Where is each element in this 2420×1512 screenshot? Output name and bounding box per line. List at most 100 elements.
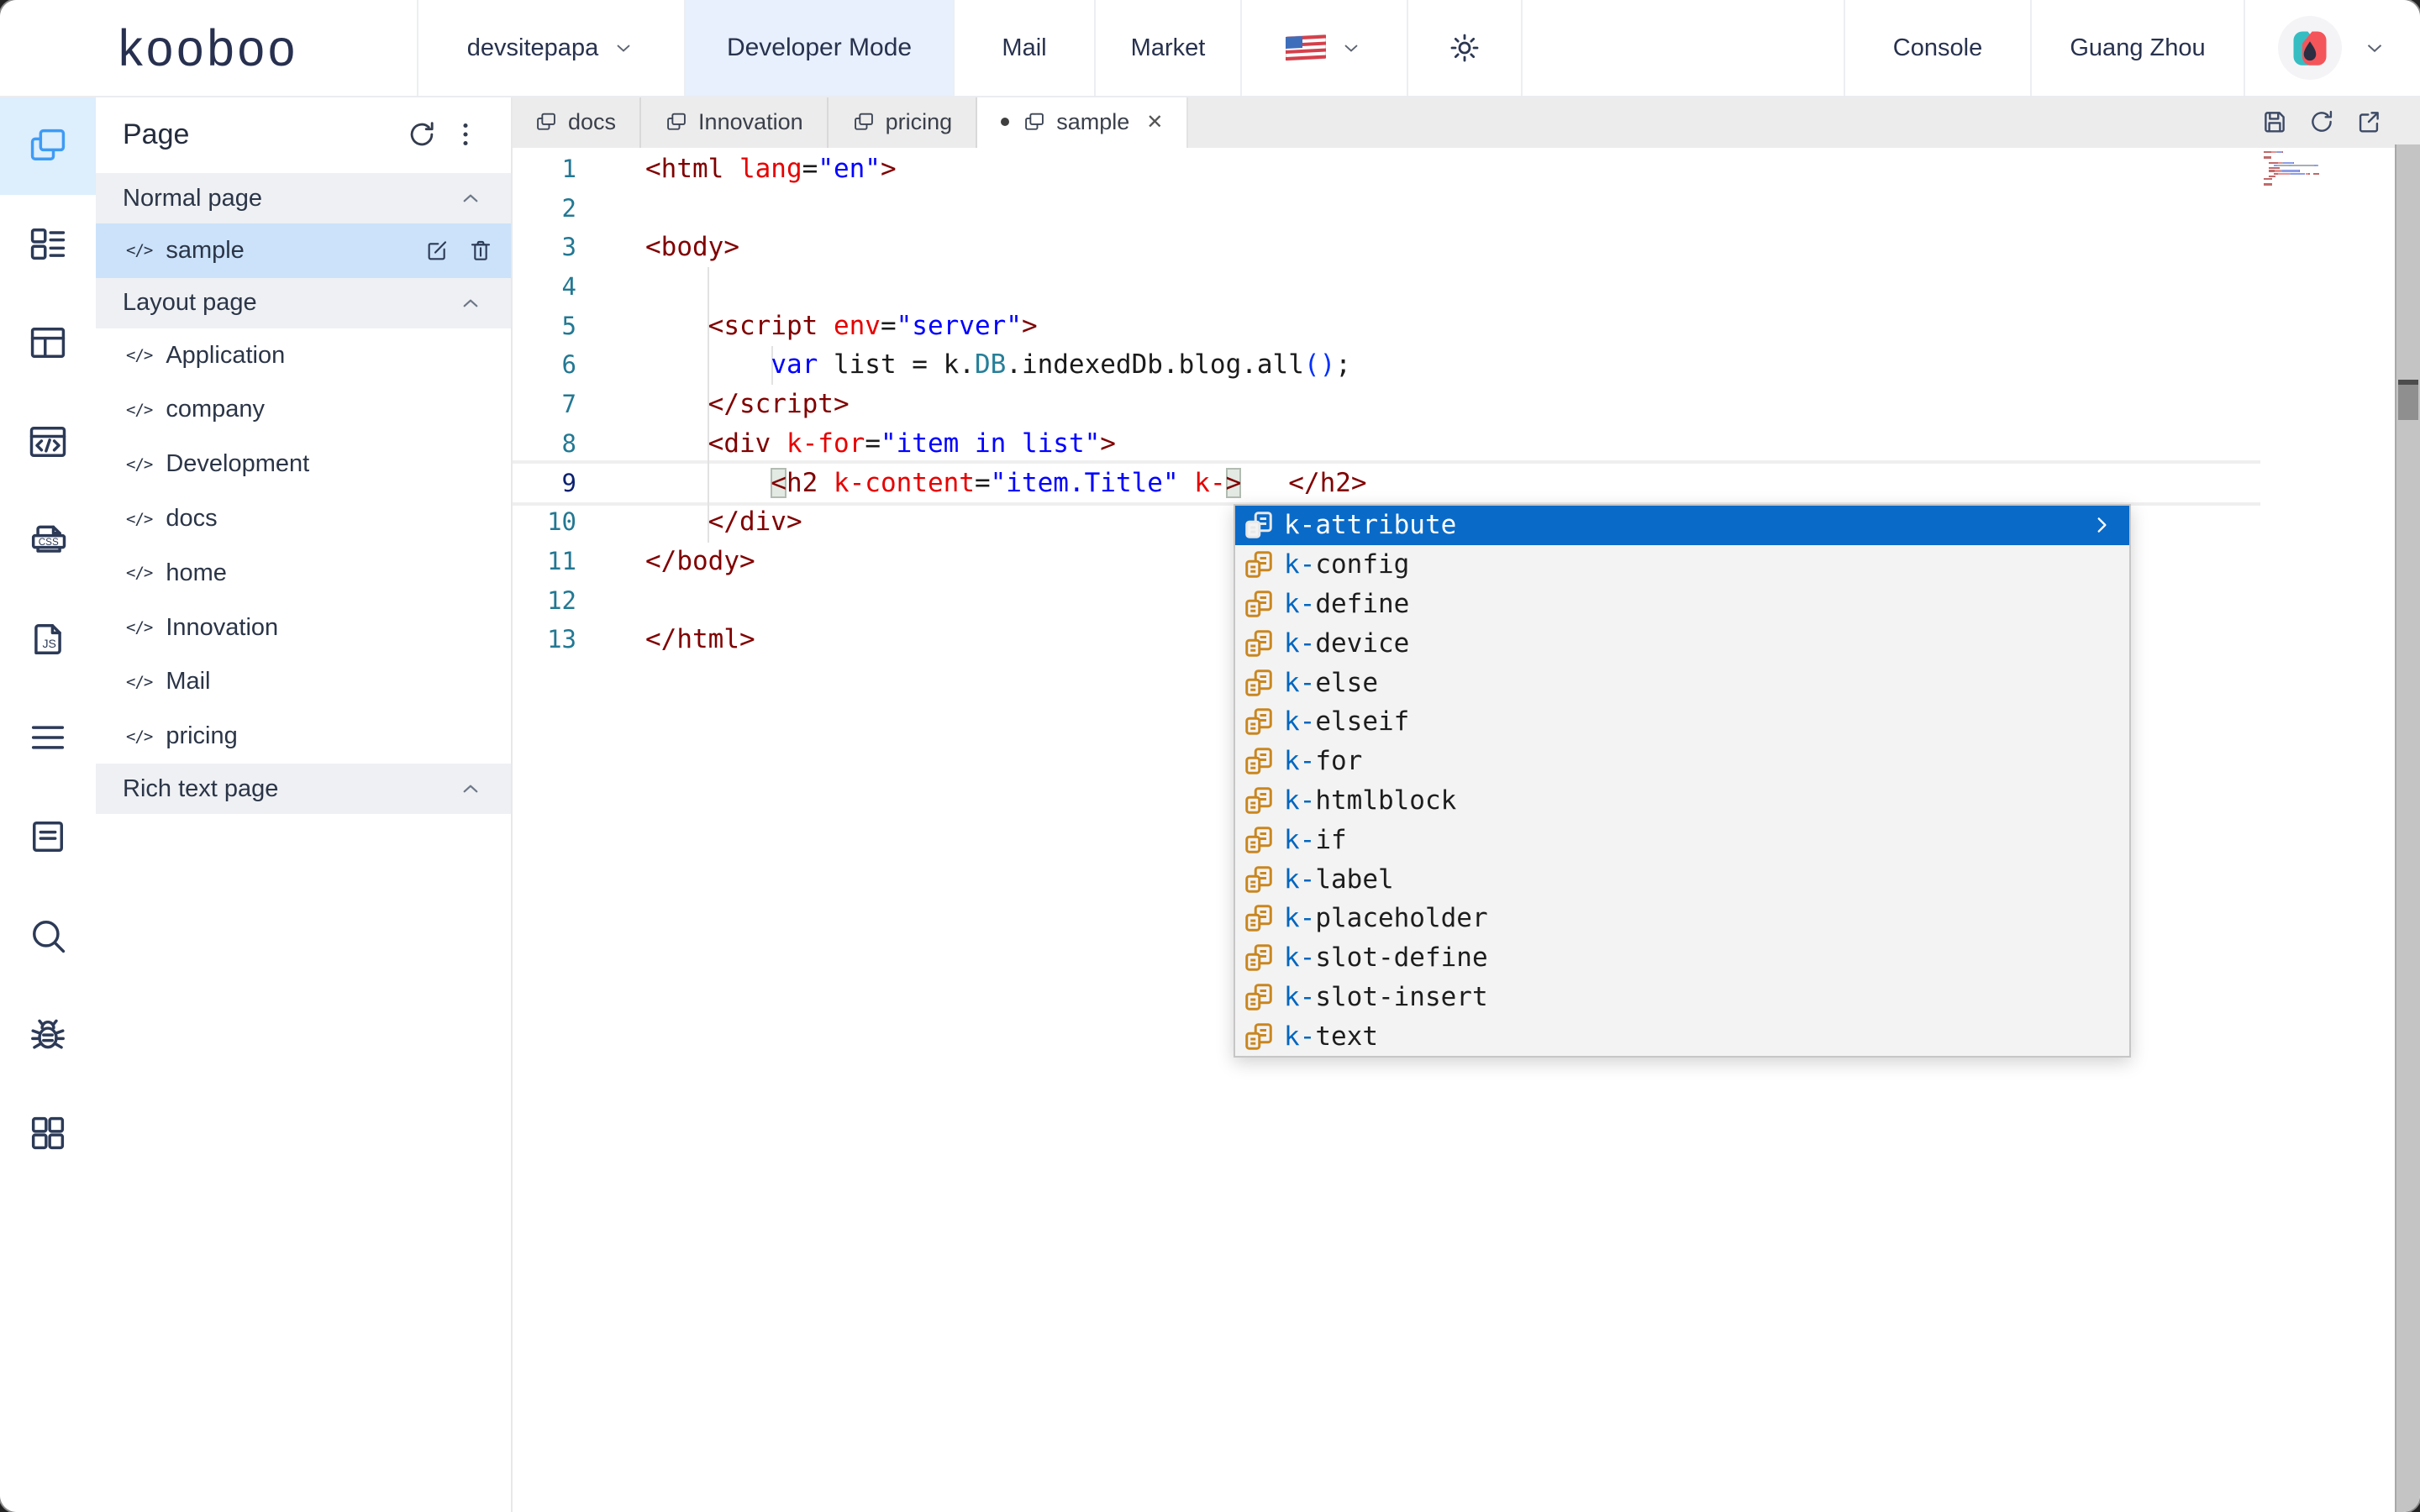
reload-icon[interactable]	[2307, 108, 2336, 136]
suggestion-k-slot-define[interactable]: k-slot-define	[1235, 938, 2129, 978]
page-tree: Normal page </> sample Layout page </> Applic…	[96, 173, 511, 815]
suggestion-k-elseif[interactable]: k-elseif	[1235, 702, 2129, 742]
minimap-line	[2264, 172, 2408, 175]
section-layout-page[interactable]: Layout page	[96, 277, 511, 328]
line-number: 7	[561, 390, 576, 419]
editor-tab-sample[interactable]: sample ✕	[977, 96, 1189, 148]
minimap-line	[2264, 156, 2408, 159]
code-window-icon	[26, 420, 70, 464]
line-number: 4	[561, 272, 576, 302]
page-item-home[interactable]: </> home	[96, 546, 511, 601]
page-item-mail[interactable]: </> Mail	[96, 655, 511, 710]
page-item-docs[interactable]: </> docs	[96, 491, 511, 546]
nav-market[interactable]: Market	[1094, 0, 1240, 96]
open-external-icon[interactable]	[2354, 108, 2383, 136]
suggestion-k-config[interactable]: k-config	[1235, 545, 2129, 585]
minimap-line	[2264, 175, 2408, 177]
section-rich-text-page[interactable]: Rich text page	[96, 764, 511, 815]
minimap-line	[2264, 164, 2408, 167]
menu-icon	[26, 716, 70, 759]
svg-text:CSS: CSS	[39, 537, 59, 548]
us-flag-icon	[1286, 34, 1326, 61]
suggestion-k-attribute[interactable]: k-attribute	[1235, 506, 2129, 545]
list-detail-icon	[26, 222, 70, 265]
suggestion-k-if[interactable]: k-if	[1235, 820, 2129, 859]
code-tag-icon: </>	[126, 672, 153, 691]
page-item-label: company	[166, 396, 265, 423]
line-number: 2	[561, 193, 576, 223]
tab-label: Innovation	[698, 108, 803, 134]
suggestion-label: k-else	[1284, 667, 1378, 698]
chevron-down-icon	[2367, 45, 2382, 53]
save-icon[interactable]	[2260, 108, 2289, 136]
suggestion-k-label[interactable]: k-label	[1235, 859, 2129, 899]
account-menu[interactable]	[2244, 0, 2420, 96]
code-line-9: <h2 k-content="item.Title" k-> </h2>	[771, 467, 1367, 498]
trash-icon[interactable]	[467, 237, 494, 264]
editor-tab-pricing[interactable]: pricing	[829, 96, 978, 148]
rail-item-code-window[interactable]	[0, 392, 96, 491]
site-selector[interactable]: devsitepapa	[417, 0, 684, 96]
suggestion-label: k-htmlblock	[1284, 785, 1457, 816]
rail-item-bug[interactable]	[0, 984, 96, 1084]
rail-item-js-file[interactable]: JS	[0, 590, 96, 689]
line-number: 13	[547, 625, 576, 654]
language-selector[interactable]	[1240, 0, 1407, 96]
account-logo-icon	[2293, 31, 2327, 66]
minimap-line	[2264, 167, 2408, 170]
rail-item-search[interactable]	[0, 886, 96, 985]
editor-tab-innovation[interactable]: Innovation	[641, 96, 829, 148]
suggestion-label: k-placeholder	[1284, 903, 1488, 934]
tab-developer-mode[interactable]: Developer Mode	[684, 0, 953, 96]
rail-item-menu[interactable]	[0, 689, 96, 788]
nav-console[interactable]: Console	[1844, 0, 2030, 96]
editor-tab-docs[interactable]: docs	[511, 96, 642, 148]
nav-mail[interactable]: Mail	[953, 0, 1094, 96]
page-scrollbar[interactable]	[2395, 144, 2420, 1512]
rail-item-form[interactable]	[0, 787, 96, 886]
code-line-5: <script env="server">	[708, 310, 1038, 341]
kebab-menu-icon[interactable]	[444, 113, 487, 156]
page-item-pricing[interactable]: </> pricing	[96, 709, 511, 764]
suggestion-k-device[interactable]: k-device	[1235, 623, 2129, 663]
search-icon	[26, 914, 70, 958]
suggestion-k-slot-insert[interactable]: k-slot-insert	[1235, 978, 2129, 1017]
page-item-company[interactable]: </> company	[96, 383, 511, 438]
page-item-development[interactable]: </> Development	[96, 437, 511, 491]
suggestion-k-text[interactable]: k-text	[1235, 1016, 2129, 1056]
suggestion-k-placeholder[interactable]: k-placeholder	[1235, 899, 2129, 938]
chevron-down-icon	[617, 45, 630, 52]
site-location[interactable]: Guang Zhou	[2030, 0, 2244, 96]
theme-toggle[interactable]	[1407, 0, 1521, 96]
rail-item-pages[interactable]	[0, 96, 96, 195]
line-number: 8	[561, 428, 576, 458]
page-item-application[interactable]: </> Application	[96, 328, 511, 383]
minimap[interactable]	[2264, 151, 2408, 186]
suggestion-k-else[interactable]: k-else	[1235, 663, 2129, 702]
tab-label: docs	[568, 108, 617, 134]
suggestion-k-htmlblock[interactable]: k-htmlblock	[1235, 781, 2129, 821]
rail-item-list-detail[interactable]	[0, 195, 96, 294]
scrollbar-thumb[interactable]	[2398, 385, 2418, 420]
page-item-sample[interactable]: </> sample	[96, 223, 511, 278]
property-icon	[1244, 942, 1274, 973]
rail-item-modules[interactable]	[0, 1084, 96, 1183]
section-normal-page[interactable]: Normal page	[96, 173, 511, 223]
edit-icon[interactable]	[424, 237, 450, 264]
suggestion-k-for[interactable]: k-for	[1235, 742, 2129, 781]
refresh-icon[interactable]	[400, 113, 444, 156]
rail-item-css-file[interactable]: CSS	[0, 491, 96, 590]
code-tag-icon: </>	[126, 509, 153, 528]
suggestion-label: k-config	[1284, 549, 1410, 580]
page-item-label: Application	[166, 341, 286, 369]
close-icon[interactable]: ✕	[1146, 110, 1163, 134]
rail-item-layout[interactable]	[0, 293, 96, 392]
code-tag-icon: </>	[126, 241, 153, 260]
code-tag-icon: </>	[126, 346, 153, 365]
chevron-up-icon	[457, 185, 484, 212]
kooboo-logo[interactable]: kooboo	[0, 0, 417, 96]
suggestion-k-define[interactable]: k-define	[1235, 585, 2129, 624]
page-item-innovation[interactable]: </> Innovation	[96, 601, 511, 655]
chevron-up-icon	[457, 290, 484, 317]
